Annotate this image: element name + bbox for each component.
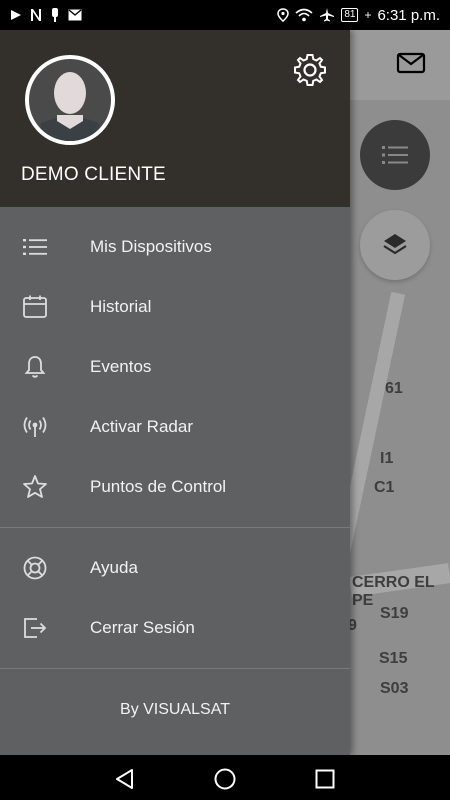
menu-item-ayuda[interactable]: Ayuda	[0, 538, 350, 598]
layers-fab[interactable]	[360, 210, 430, 280]
bell-icon	[24, 356, 46, 378]
gmail-icon	[68, 9, 82, 21]
lifebuoy-icon	[23, 556, 47, 580]
wifi-icon	[295, 8, 313, 22]
layers-icon	[383, 234, 407, 255]
menu-item-historial[interactable]: Historial	[0, 277, 350, 337]
radar-icon	[23, 417, 47, 437]
map-label: S15	[379, 650, 408, 667]
drawer-footer: By VISUALSAT	[120, 701, 230, 718]
n-icon	[31, 9, 41, 21]
battery-icon: 81	[341, 8, 359, 22]
menu-item-activar-radar[interactable]: Activar Radar	[0, 397, 350, 457]
map-label: C1	[374, 479, 395, 496]
calendar-icon	[23, 295, 47, 318]
status-time: 6:31 p.m.	[377, 6, 440, 24]
menu-item-cerrar-sesion[interactable]: Cerrar Sesión	[0, 598, 350, 658]
menu-item-label: Puntos de Control	[90, 477, 227, 496]
menu-item-puntos-de-control[interactable]: Puntos de Control	[0, 457, 350, 517]
map-label: S19	[380, 605, 409, 622]
back-icon[interactable]	[113, 767, 137, 791]
map-label: 61	[385, 380, 403, 397]
map-label: I1	[380, 450, 394, 467]
airplane-icon	[320, 8, 335, 22]
user-avatar-icon	[29, 59, 111, 141]
menu-item-label: Historial	[90, 297, 152, 316]
star-icon	[23, 475, 47, 498]
settings-icon[interactable]	[292, 52, 328, 88]
mail-icon[interactable]	[396, 50, 426, 76]
menu-divider	[0, 527, 350, 528]
status-right-icons: 81 + 6:31 p.m.	[277, 7, 440, 24]
home-icon[interactable]	[213, 767, 237, 791]
location-icon	[277, 8, 290, 22]
usb-icon	[52, 8, 58, 22]
menu-divider	[0, 668, 350, 669]
user-name: DEMO CLIENTE	[21, 164, 166, 185]
play-icon	[11, 10, 21, 20]
drawer-header: DEMO CLIENTE	[0, 30, 350, 207]
menu-item-label: Cerrar Sesión	[90, 618, 195, 637]
recents-icon[interactable]	[313, 767, 337, 791]
menu-item-label: Eventos	[90, 357, 152, 376]
menu-item-label: Ayuda	[90, 558, 138, 577]
avatar[interactable]	[25, 55, 115, 145]
list-icon	[382, 146, 408, 164]
status-left-icons	[10, 8, 82, 22]
navigation-drawer: DEMO CLIENTE Mis Dispositivos Historial …	[0, 30, 350, 755]
menu-item-label: Mis Dispositivos	[90, 237, 212, 256]
system-nav-bar	[0, 755, 450, 800]
logout-icon	[24, 618, 47, 638]
menu-item-eventos[interactable]: Eventos	[0, 337, 350, 397]
status-bar: 81 + 6:31 p.m.	[0, 0, 450, 30]
map-label: S03	[380, 680, 409, 697]
menu-item-mis-dispositivos[interactable]: Mis Dispositivos	[0, 217, 350, 277]
menu-item-label: Activar Radar	[90, 417, 193, 436]
list-icon	[23, 239, 47, 255]
charging-icon: +	[364, 8, 372, 22]
device-list-fab[interactable]	[360, 120, 430, 190]
